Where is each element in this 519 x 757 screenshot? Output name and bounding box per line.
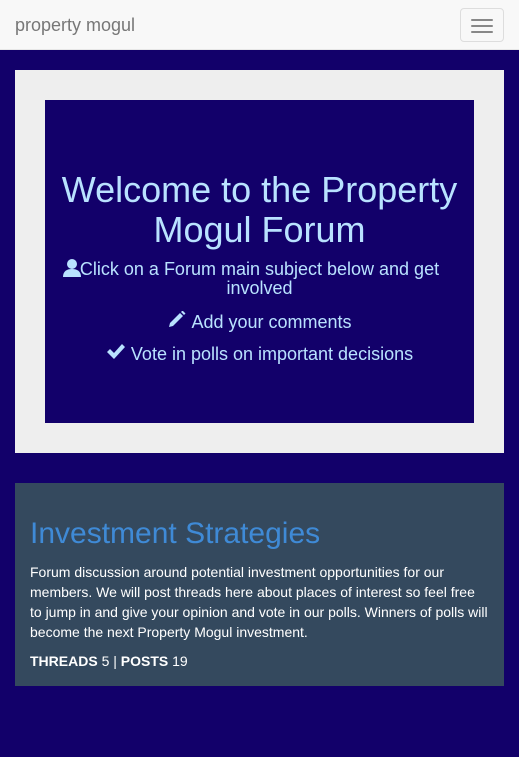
welcome-jumbotron: Welcome to the Property Mogul Forum Clic…: [15, 70, 504, 453]
welcome-item-text: Click on a Forum main subject below and …: [79, 259, 440, 298]
forum-title-link[interactable]: Investment Strategies: [30, 517, 320, 551]
welcome-item-comments: Add your comments: [45, 311, 474, 332]
threads-count: 5: [101, 653, 110, 669]
threads-label: THREADS: [30, 653, 98, 669]
welcome-item-involved: Click on a Forum main subject below and …: [45, 260, 474, 298]
forum-card-investment-strategies: Investment Strategies Forum discussion a…: [15, 483, 504, 686]
welcome-item-text: Vote in polls on important decisions: [130, 344, 414, 364]
stats-separator: |: [113, 653, 117, 669]
forum-stats: THREADS 5 | POSTS 19: [30, 653, 188, 669]
welcome-item-polls: Vote in polls on important decisions: [45, 343, 474, 364]
posts-label: POSTS: [120, 653, 169, 669]
forum-description: Forum discussion around potential invest…: [30, 564, 488, 640]
navbar: property mogul: [0, 0, 519, 50]
navbar-toggle-button[interactable]: [460, 8, 504, 42]
welcome-title: Welcome to the Property Mogul Forum: [61, 169, 458, 250]
checkmark-icon: [106, 344, 125, 359]
welcome-item-text: Add your comments: [191, 312, 352, 332]
brand-link[interactable]: property mogul: [15, 14, 135, 36]
pencil-icon: [169, 311, 186, 327]
welcome-panel: Welcome to the Property Mogul Forum Clic…: [45, 100, 474, 423]
posts-count: 19: [172, 653, 188, 669]
